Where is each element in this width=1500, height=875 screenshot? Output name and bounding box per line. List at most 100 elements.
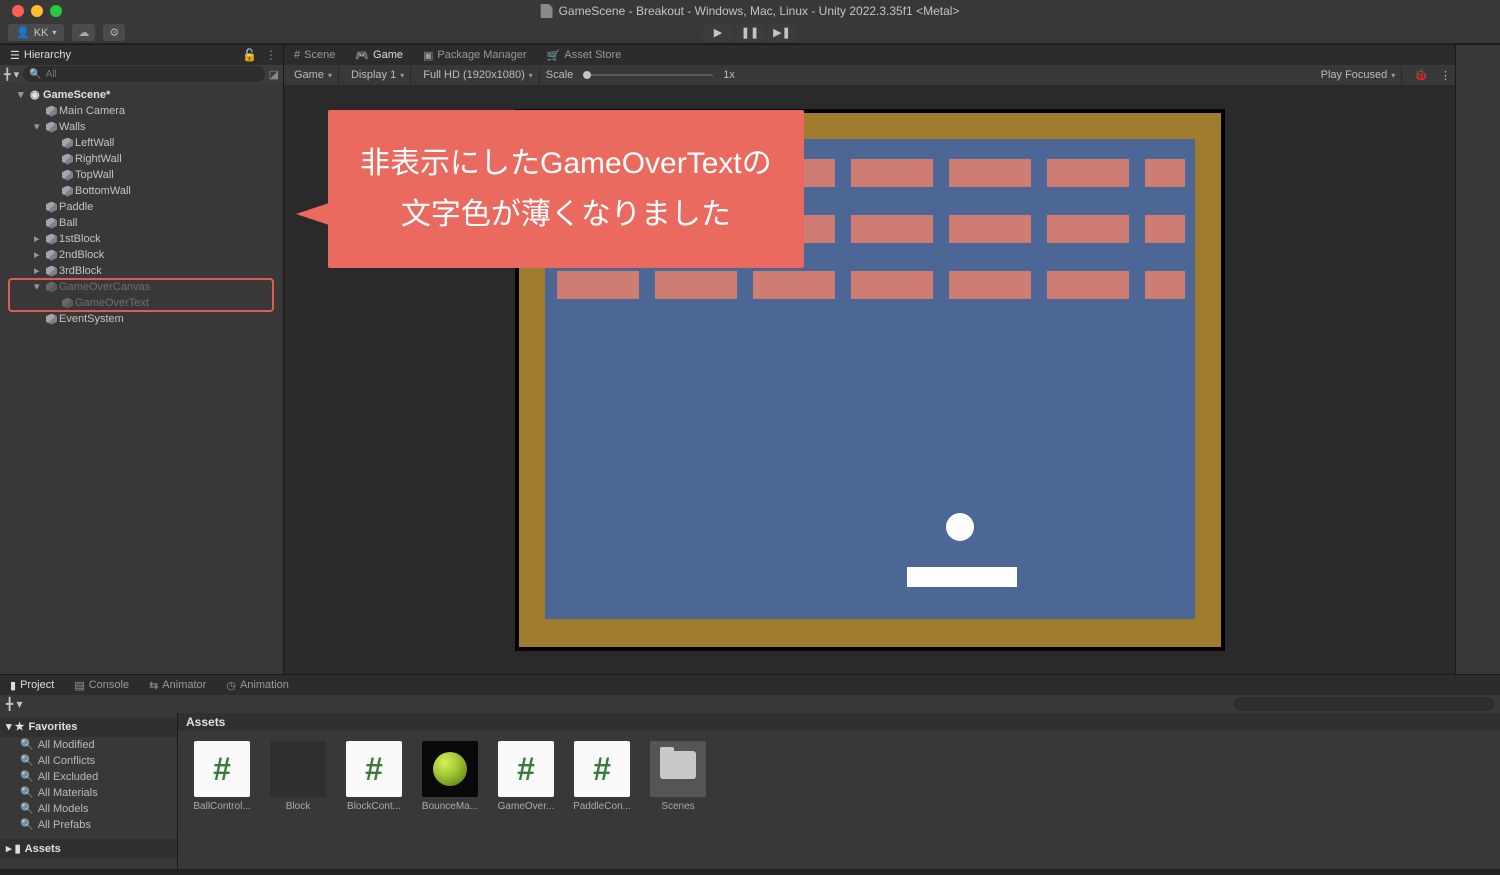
create-dropdown[interactable]: ╋ ▾ <box>4 68 19 81</box>
tab-animator[interactable]: ⇆Animator <box>139 677 216 694</box>
hierarchy-item[interactable]: ▸3rdBlock <box>0 263 283 279</box>
asset-thumb <box>194 741 250 797</box>
cloud-button[interactable]: ☁ <box>72 24 95 41</box>
favorite-item[interactable]: 🔍All Conflicts <box>0 753 177 769</box>
document-icon <box>541 4 553 18</box>
hierarchy-item-gameovertext[interactable]: GameOverText <box>0 295 283 311</box>
asset-label: PaddleCon... <box>570 801 634 812</box>
project-search[interactable] <box>1234 697 1494 711</box>
close-window-icon[interactable] <box>12 5 24 17</box>
annotation-callout: 非表示にしたGameOverTextの 文字色が薄くなりました <box>328 110 804 268</box>
asset-label: Block <box>266 801 330 812</box>
tab-console[interactable]: ▤Console <box>64 677 139 694</box>
list-icon: ☰ <box>10 49 20 62</box>
asset-item[interactable]: BlockCont... <box>342 741 406 812</box>
hierarchy-item[interactable]: Paddle <box>0 199 283 215</box>
resolution-dropdown[interactable]: Full HD (1920x1080)▾ <box>417 65 540 85</box>
hierarchy-tabs: ☰ Hierarchy 🔓 ⋮ <box>0 45 283 65</box>
tab-game[interactable]: 🎮Game <box>345 47 413 64</box>
filter-icon[interactable]: ◪ <box>269 68 279 81</box>
hierarchy-item[interactable]: RightWall <box>0 151 283 167</box>
favorite-item[interactable]: 🔍All Models <box>0 801 177 817</box>
window-title: GameScene - Breakout - Windows, Mac, Lin… <box>559 4 960 18</box>
asset-label: BounceMa... <box>418 801 482 812</box>
hierarchy-search[interactable]: 🔍 All <box>23 66 264 82</box>
step-button[interactable]: ▶❚ <box>767 24 797 41</box>
project-panel: ▮Project ▤Console ⇆Animator ◷Animation ╋… <box>0 674 1500 869</box>
animation-icon: ◷ <box>226 679 236 692</box>
hierarchy-item[interactable]: ▸2ndBlock <box>0 247 283 263</box>
lock-icon[interactable]: 🔓 <box>242 48 257 62</box>
scale-value: 1x <box>723 69 735 81</box>
user-icon: 👤 <box>16 26 30 39</box>
unity-icon: ◉ <box>30 87 41 103</box>
gamepad-icon: 🎮 <box>355 49 369 62</box>
favorite-item[interactable]: 🔍All Materials <box>0 785 177 801</box>
asset-item[interactable]: GameOver... <box>494 741 558 812</box>
hierarchy-item[interactable]: ▾Walls <box>0 119 283 135</box>
assets-header: Assets <box>178 713 1500 731</box>
asset-thumb <box>422 741 478 797</box>
asset-thumb <box>270 741 326 797</box>
search-icon: 🔍 <box>20 785 34 801</box>
hierarchy-item[interactable]: LeftWall <box>0 135 283 151</box>
scene-icon: # <box>294 49 300 61</box>
tab-asset-store[interactable]: 🛒Asset Store <box>537 47 632 64</box>
asset-item[interactable]: BallControl... <box>190 741 254 812</box>
package-icon: ▣ <box>423 49 433 62</box>
game-view-toolbar: Game▾ Display 1▾ Full HD (1920x1080)▾ Sc… <box>284 65 1455 85</box>
asset-grid: BallControl... Block BlockCont... BounceMa.… <box>178 731 1500 869</box>
game-mode-dropdown[interactable]: Game▾ <box>288 65 339 85</box>
hierarchy-item[interactable]: ▸1stBlock <box>0 231 283 247</box>
asset-label: BlockCont... <box>342 801 406 812</box>
tab-package-manager[interactable]: ▣Package Manager <box>413 47 537 64</box>
asset-item[interactable]: Scenes <box>646 741 710 812</box>
hierarchy-item[interactable]: EventSystem <box>0 311 283 327</box>
hierarchy-item[interactable]: BottomWall <box>0 183 283 199</box>
search-icon: 🔍 <box>20 737 34 753</box>
scene-root[interactable]: ▾◉GameScene* <box>0 87 283 103</box>
asset-label: GameOver... <box>494 801 558 812</box>
cart-icon: 🛒 <box>547 49 561 62</box>
favorite-item[interactable]: 🔍All Prefabs <box>0 817 177 833</box>
favorites-header[interactable]: ▾ ★Favorites <box>0 717 177 737</box>
bug-icon[interactable]: 🐞 <box>1408 69 1434 82</box>
tab-scene[interactable]: #Scene <box>284 47 345 63</box>
panel-menu-icon[interactable]: ⋮ <box>265 48 277 62</box>
hierarchy-item[interactable]: Ball <box>0 215 283 231</box>
hierarchy-item[interactable]: TopWall <box>0 167 283 183</box>
search-icon: 🔍 <box>20 769 34 785</box>
zoom-window-icon[interactable] <box>50 5 62 17</box>
account-dropdown[interactable]: 👤 KK ▾ <box>8 24 64 41</box>
folder-icon: ▮ <box>10 679 16 692</box>
tab-project[interactable]: ▮Project <box>0 677 64 694</box>
hierarchy-item[interactable]: Main Camera <box>0 103 283 119</box>
scale-slider[interactable] <box>583 74 713 76</box>
gear-icon: ⚙ <box>109 26 119 39</box>
favorite-item[interactable]: 🔍All Modified <box>0 737 177 753</box>
asset-item[interactable]: BounceMa... <box>418 741 482 812</box>
asset-label: Scenes <box>646 801 710 812</box>
settings-button[interactable]: ⚙ <box>103 24 125 41</box>
create-dropdown[interactable]: ╋ ▾ <box>6 697 23 711</box>
main-toolbar: 👤 KK ▾ ☁ ⚙ ▶ ❚❚ ▶❚ <box>0 22 1500 44</box>
assets-tree-header[interactable]: ▸ ▮Assets <box>0 839 177 859</box>
hierarchy-panel: ☰ Hierarchy 🔓 ⋮ ╋ ▾ 🔍 All ◪ ▾◉GameScene*… <box>0 45 284 674</box>
tab-hierarchy[interactable]: ☰ Hierarchy <box>0 47 81 64</box>
play-focused-dropdown[interactable]: Play Focused▾ <box>1315 65 1403 85</box>
asset-item[interactable]: PaddleCon... <box>570 741 634 812</box>
inspector-collapsed[interactable] <box>1455 45 1500 674</box>
display-dropdown[interactable]: Display 1▾ <box>345 65 411 85</box>
asset-thumb <box>498 741 554 797</box>
panel-menu-icon[interactable]: ⋮ <box>1440 69 1451 82</box>
asset-item[interactable]: Block <box>266 741 330 812</box>
search-icon: 🔍 <box>20 801 34 817</box>
favorite-item[interactable]: 🔍All Excluded <box>0 769 177 785</box>
play-button[interactable]: ▶ <box>703 24 733 41</box>
asset-thumb <box>574 741 630 797</box>
hierarchy-item-gameovercanvas[interactable]: ▾GameOverCanvas <box>0 279 283 295</box>
tab-animation[interactable]: ◷Animation <box>216 677 299 694</box>
pause-button[interactable]: ❚❚ <box>735 24 765 41</box>
minimize-window-icon[interactable] <box>31 5 43 17</box>
project-tree: ▾ ★Favorites 🔍All Modified 🔍All Conflict… <box>0 713 178 869</box>
